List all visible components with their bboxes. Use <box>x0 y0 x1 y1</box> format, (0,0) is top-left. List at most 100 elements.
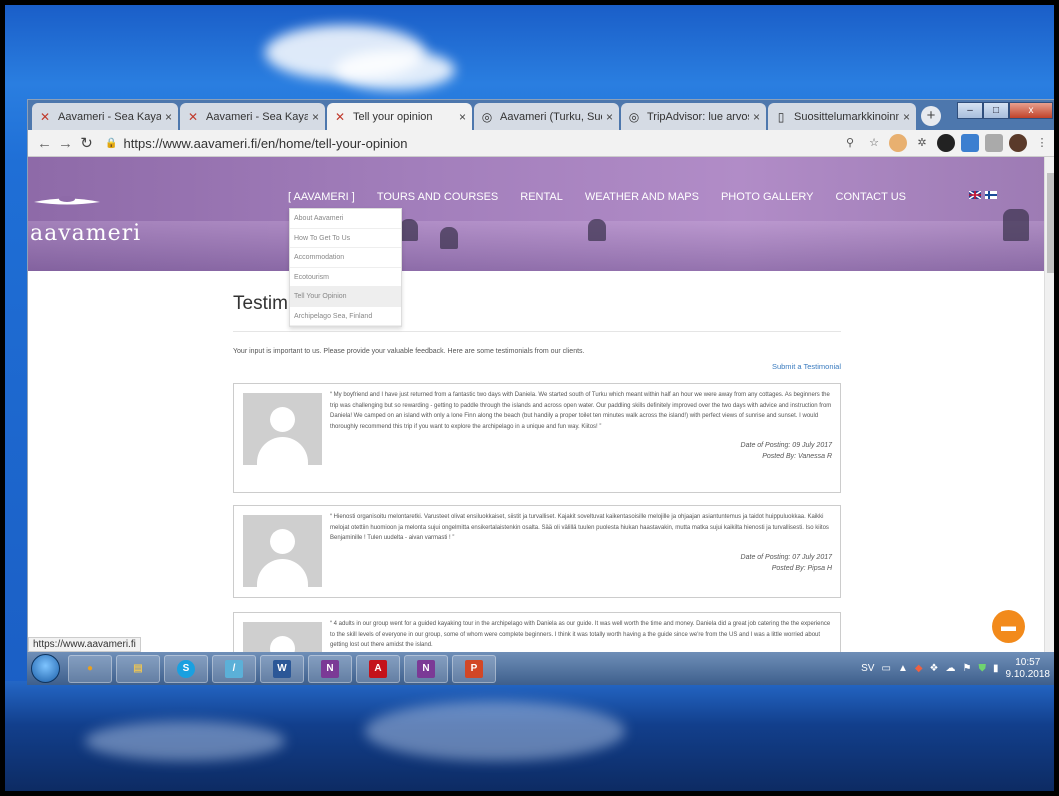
uk-flag-icon[interactable] <box>969 191 981 199</box>
taskbar-explorer[interactable]: ▤ <box>116 654 160 683</box>
maximize-button[interactable]: □ <box>983 102 1009 119</box>
clock[interactable]: 10:57 9.10.2018 <box>1006 657 1051 681</box>
dropdown-item-tell-your-opinion[interactable]: Tell Your Opinion <box>290 287 401 307</box>
taskbar-chrome[interactable]: ● <box>68 654 112 683</box>
dropdown-item-how-to-get[interactable]: How To Get To Us <box>290 229 401 248</box>
testimonial-card: “ My boyfriend and I have just returned … <box>233 383 841 493</box>
status-bar: https://www.aavameri.fi <box>28 637 141 652</box>
back-arrow-icon[interactable]: ← <box>34 135 55 152</box>
language-indicator[interactable]: SV <box>861 663 874 674</box>
nav-aavameri[interactable]: [ Aavameri ] <box>288 191 355 203</box>
profile-avatar-icon[interactable] <box>1009 134 1028 152</box>
dropdown-item-about[interactable]: About Aavameri <box>290 209 401 229</box>
zoom-icon[interactable]: ⚲ <box>841 134 859 152</box>
extension-blue-icon[interactable] <box>961 134 980 152</box>
chat-bubble-icon[interactable]: ▬ <box>992 610 1025 643</box>
extension-dark-icon[interactable] <box>937 134 956 152</box>
skype-icon: S <box>177 659 195 678</box>
tab-aavameri-1[interactable]: ✕ Aavameri - Sea Kayaking × <box>32 103 178 130</box>
submit-testimonial-link[interactable]: Submit a Testimonial <box>233 362 841 371</box>
close-tab-icon[interactable]: × <box>165 110 172 124</box>
dropdown-item-accommodation[interactable]: Accommodation <box>290 248 401 268</box>
start-button[interactable] <box>31 654 60 683</box>
close-tab-icon[interactable]: × <box>753 110 760 124</box>
finland-flag-icon[interactable] <box>985 191 997 199</box>
main-nav: [ Aavameri ] Tours and Courses Rental We… <box>288 191 906 203</box>
close-window-button[interactable]: x <box>1009 102 1053 119</box>
divider <box>233 331 841 332</box>
taskbar-onenote-2[interactable]: N <box>308 654 352 683</box>
testimonial-card: “ 4 adults in our group went for a guide… <box>233 612 841 652</box>
page-viewport: aavameri [ Aavameri ] Tours and Courses … <box>28 157 1045 652</box>
taskbar-onenote[interactable]: N <box>404 654 448 683</box>
notes-icon: / <box>225 659 243 678</box>
kayaker-silhouette <box>440 227 458 249</box>
tab-aavameri-2[interactable]: ✕ Aavameri - Sea Kayaking × <box>180 103 325 130</box>
nav-rental[interactable]: Rental <box>520 191 563 203</box>
dropdown-item-archipelago[interactable]: Archipelago Sea, Finland <box>290 307 401 326</box>
minimize-button[interactable]: – <box>957 102 983 119</box>
close-tab-icon[interactable]: × <box>606 110 613 124</box>
tab-tripadvisor-reviews[interactable]: ◎ TripAdvisor: lue arvostel × <box>621 103 766 130</box>
kayak-logo-icon <box>34 196 100 205</box>
extension-grey-icon[interactable] <box>985 134 1004 152</box>
new-tab-button[interactable]: + <box>921 106 941 126</box>
nav-tours-and-courses[interactable]: Tours and Courses <box>377 191 498 203</box>
tray-app-icon[interactable]: ◆ <box>915 663 923 674</box>
taskbar-acrobat[interactable]: A <box>356 654 400 683</box>
system-tray: SV ▭ ▲ ◆ ❖ ☁ ⚑ ⛊ ▮ 10:57 9.10.2018 <box>861 652 1050 685</box>
flag-icon[interactable]: ⚑ <box>963 663 972 674</box>
tab-strip: ✕ Aavameri - Sea Kayaking × ✕ Aavameri -… <box>28 100 1057 130</box>
menu-dots-icon[interactable]: ⋮ <box>1033 134 1051 152</box>
shield-icon[interactable]: ⛊ <box>978 663 986 674</box>
keyboard-icon[interactable]: ▭ <box>881 663 890 674</box>
aavameri-favicon-icon: ✕ <box>39 109 51 124</box>
nav-weather-and-maps[interactable]: Weather and maps <box>585 191 699 203</box>
site-logo[interactable]: aavameri <box>30 221 141 246</box>
reload-icon[interactable]: ↻ <box>76 134 97 152</box>
dropdown-item-ecotourism[interactable]: Ecotourism <box>290 268 401 287</box>
bookmark-star-icon[interactable]: ☆ <box>865 134 883 152</box>
main-content: Testim Your input is important to us. Pl… <box>233 271 841 652</box>
avatar-placeholder <box>243 515 322 587</box>
testimonial-text: “ 4 adults in our group went for a guide… <box>330 621 831 648</box>
testimonial-text: “ Hienosti organisoitu melontaretki. Var… <box>330 514 829 541</box>
taskbar-notes[interactable]: / <box>212 654 256 683</box>
cloud-reflection <box>85 721 285 761</box>
extension-gear-icon[interactable]: ✲ <box>913 134 931 152</box>
scrollbar-thumb[interactable] <box>1047 173 1056 273</box>
toolbar-icons: ⚲ ☆ ✲ ⋮ <box>841 134 1051 152</box>
address-bar[interactable]: 🔒 https://www.aavameri.fi/en/home/tell-y… <box>105 136 841 151</box>
extension-face-icon[interactable] <box>889 134 908 152</box>
tab-tell-your-opinion[interactable]: ✕ Tell your opinion × <box>327 103 472 130</box>
url-text: https://www.aavameri.fi/en/home/tell-you… <box>123 135 408 151</box>
aavameri-favicon-icon: ✕ <box>187 109 199 124</box>
taskbar-powerpoint[interactable]: P <box>452 654 496 683</box>
forward-arrow-icon[interactable]: → <box>55 135 76 152</box>
word-icon: W <box>273 659 291 678</box>
tab-suosittelu[interactable]: ▯ Suosittelumarkkinoinnin × <box>768 103 916 130</box>
folder-icon: ▤ <box>133 662 143 674</box>
nav-contact-us[interactable]: Contact Us <box>836 191 907 203</box>
taskbar-word[interactable]: W <box>260 654 304 683</box>
aavameri-favicon-icon: ✕ <box>334 109 346 124</box>
close-tab-icon[interactable]: × <box>903 110 910 124</box>
tab-tripadvisor-turku[interactable]: ◎ Aavameri (Turku, Suomi) × <box>474 103 619 130</box>
page-scrollbar[interactable] <box>1044 157 1057 652</box>
language-flags <box>969 191 997 199</box>
nav-photo-gallery[interactable]: Photo Gallery <box>721 191 814 203</box>
close-tab-icon[interactable]: × <box>312 110 319 124</box>
document-favicon-icon: ▯ <box>777 109 785 124</box>
dropbox-icon[interactable]: ❖ <box>930 663 939 674</box>
testimonial-author: Posted By: Pipsa H <box>771 564 832 572</box>
clock-date: 9.10.2018 <box>1005 668 1051 680</box>
intro-text: Your input is important to us. Please pr… <box>233 348 585 355</box>
cloud-sync-icon[interactable]: ☁ <box>946 663 956 674</box>
taskbar-skype[interactable]: S <box>164 654 208 683</box>
browser-window: ✕ Aavameri - Sea Kayaking × ✕ Aavameri -… <box>27 99 1058 652</box>
network-icon[interactable]: ▮ <box>993 663 999 674</box>
close-tab-icon[interactable]: × <box>459 110 466 124</box>
testimonial-card: “ Hienosti organisoitu melontaretki. Var… <box>233 505 841 598</box>
tray-expand-icon[interactable]: ▲ <box>898 663 908 674</box>
testimonial-meta: Date of Posting: 07 July 2017 Posted By:… <box>242 552 832 574</box>
